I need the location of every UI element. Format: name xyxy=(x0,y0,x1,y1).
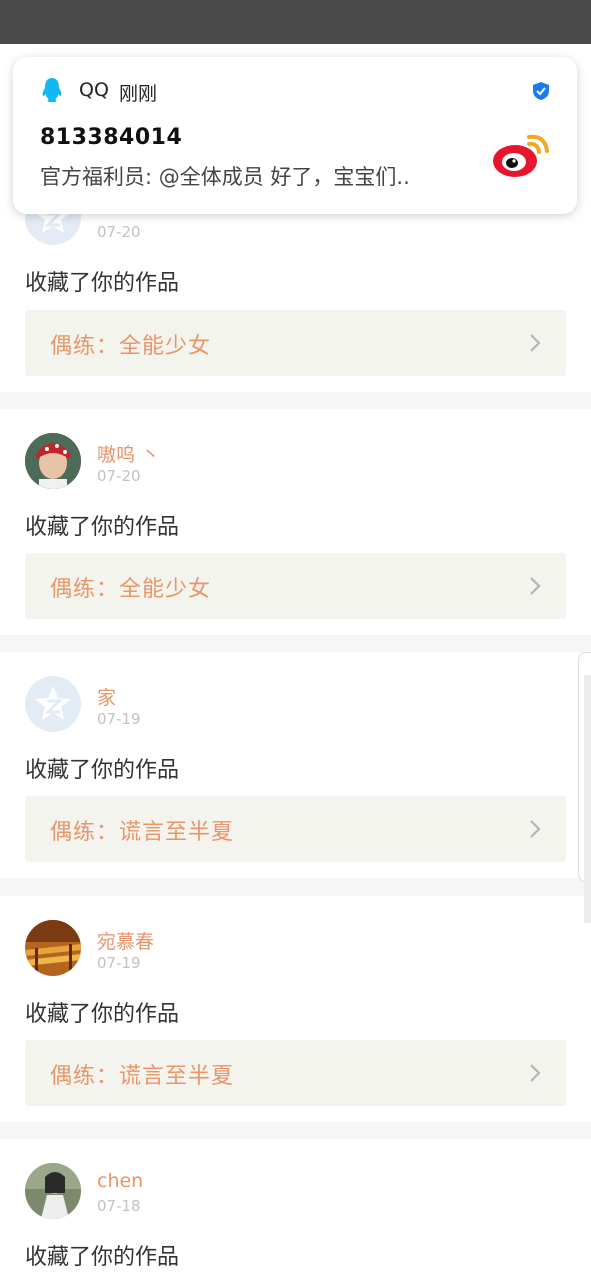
action-text: 收藏了你的作品 xyxy=(25,271,180,296)
username[interactable]: chen xyxy=(97,1170,143,1192)
weibo-logo-icon xyxy=(493,134,549,177)
date: 07-19 xyxy=(97,710,141,728)
work-title: 偶练：谎言至半夏 xyxy=(50,820,235,845)
photo-avatar[interactable] xyxy=(25,920,81,976)
notification-feed[interactable]: 07-20 收藏了你的作品 偶练：全能少女 嗷呜 丶 07-20 收藏了你的作品… xyxy=(0,44,591,1280)
scrollbar[interactable] xyxy=(578,652,591,923)
notification-body: 官方福利员: @全体成员 好了，宝宝们.. xyxy=(40,165,410,189)
username[interactable]: 宛慕春 xyxy=(97,927,154,954)
date: 07-18 xyxy=(97,1197,141,1215)
feed-item: 嗷呜 丶 07-20 收藏了你的作品 偶练：全能少女 xyxy=(0,409,591,635)
action-text: 收藏了你的作品 xyxy=(25,1245,180,1270)
chevron-right-icon xyxy=(530,334,541,352)
chevron-right-icon xyxy=(530,820,541,838)
date: 07-19 xyxy=(97,954,141,972)
default-avatar[interactable] xyxy=(25,676,81,732)
photo-avatar[interactable] xyxy=(25,433,81,489)
chevron-right-icon xyxy=(530,1064,541,1082)
feed-item: 宛慕春 07-19 收藏了你的作品 偶练：谎言至半夏 xyxy=(0,896,591,1122)
username[interactable]: 嗷呜 丶 xyxy=(97,440,160,467)
chevron-right-icon xyxy=(530,577,541,595)
work-title: 偶练：全能少女 xyxy=(50,334,212,359)
work-link[interactable]: 偶练：谎言至半夏 xyxy=(25,1040,566,1106)
date: 07-20 xyxy=(97,467,141,485)
feed-item: chen 07-18 收藏了你的作品 xyxy=(0,1139,591,1280)
work-link[interactable]: 偶练：全能少女 xyxy=(25,553,566,619)
photo-avatar[interactable] xyxy=(25,1163,81,1219)
date: 07-20 xyxy=(97,223,141,241)
work-title: 偶练：谎言至半夏 xyxy=(50,1064,235,1089)
action-text: 收藏了你的作品 xyxy=(25,758,180,783)
work-link[interactable]: 偶练：谎言至半夏 xyxy=(25,796,566,862)
status-bar xyxy=(0,0,591,44)
action-text: 收藏了你的作品 xyxy=(25,1002,180,1027)
qq-notification-banner[interactable]: QQ 刚刚 813384014 官方福利员: @全体成员 好了，宝宝们.. xyxy=(13,57,577,214)
feed-item: 家 07-19 收藏了你的作品 偶练：谎言至半夏 xyxy=(0,652,591,878)
work-title: 偶练：全能少女 xyxy=(50,577,212,602)
username[interactable]: 家 xyxy=(97,683,116,710)
notification-title: 813384014 xyxy=(40,125,183,150)
scrollbar-thumb[interactable] xyxy=(584,675,591,923)
verified-shield-icon xyxy=(533,82,549,100)
work-link[interactable]: 偶练：全能少女 xyxy=(25,310,566,376)
notification-time: 刚刚 xyxy=(119,83,158,105)
notification-app-name: QQ xyxy=(79,79,109,101)
action-text: 收藏了你的作品 xyxy=(25,515,180,540)
qq-penguin-icon xyxy=(42,78,62,102)
